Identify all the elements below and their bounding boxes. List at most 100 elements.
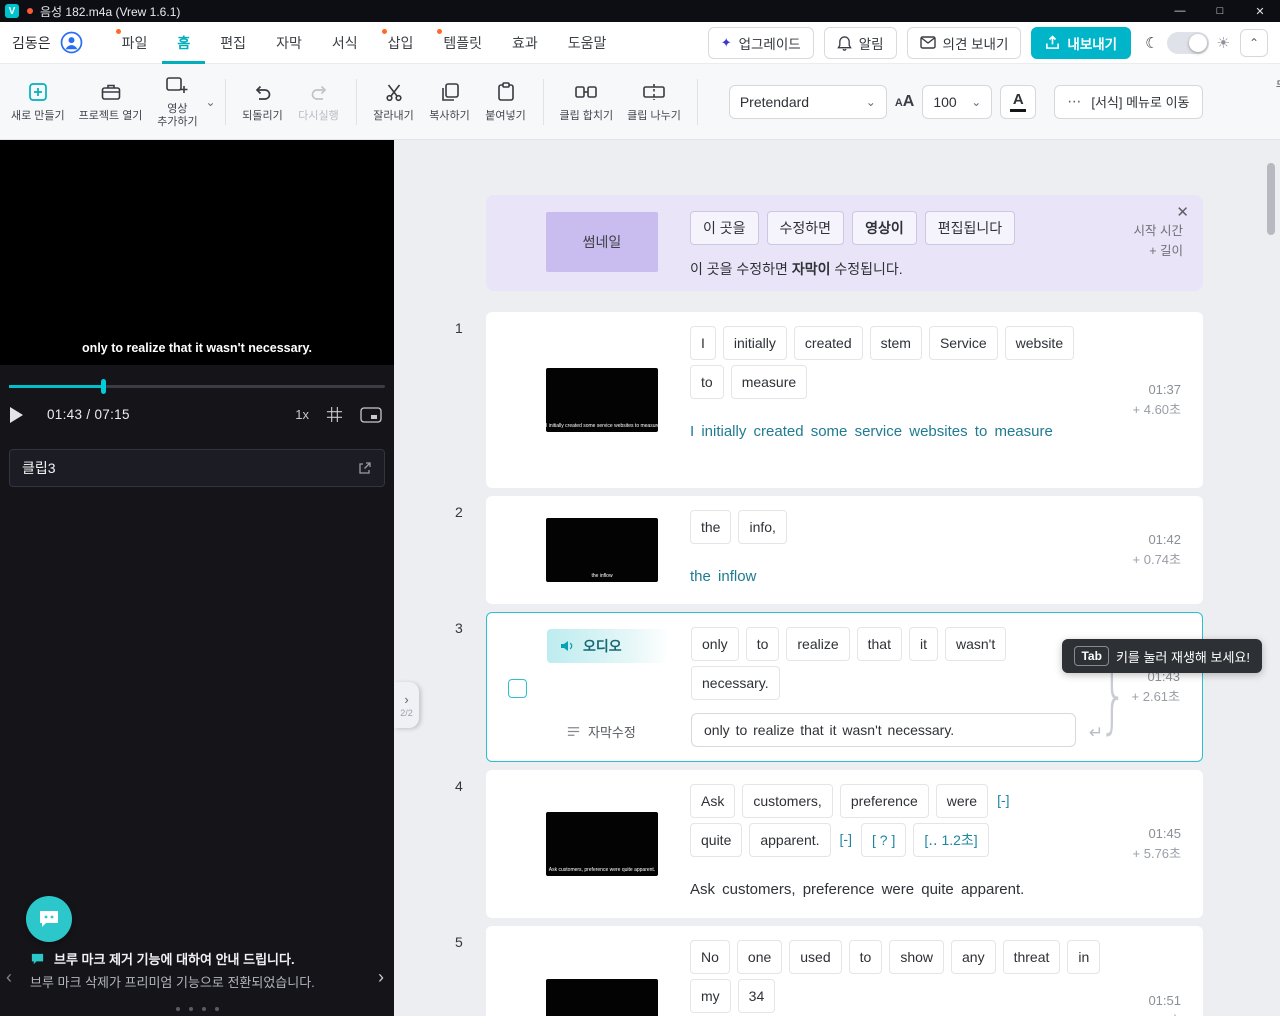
word-chip[interactable]: realize	[786, 627, 850, 661]
notice-next-arrow[interactable]: ›	[378, 967, 384, 988]
clip-timing[interactable]: 01:37 + 4.60초	[1133, 380, 1181, 420]
play-button[interactable]	[10, 406, 23, 423]
unknown-word-chip[interactable]: [ ? ]	[860, 823, 907, 857]
menu-subtitle[interactable]: 자막	[261, 22, 317, 64]
user-avatar-icon[interactable]	[60, 31, 83, 54]
clip-subtitle-text[interactable]: I initially created some service website…	[690, 419, 1068, 445]
word-chip[interactable]: quite	[690, 823, 743, 857]
word-chip[interactable]: in	[1067, 940, 1101, 974]
clip-subtitle-text[interactable]: Ask customers, preference were quite app…	[690, 877, 1068, 903]
word-chip[interactable]: website	[1004, 326, 1075, 360]
menu-home[interactable]: 홈	[162, 22, 205, 64]
banner-close-icon[interactable]: ✕	[1176, 203, 1189, 221]
clip-card[interactable]: the inflow the info, the inflow 01:42 + …	[486, 496, 1203, 604]
menu-help[interactable]: 도움말	[553, 22, 622, 64]
pagination-dot[interactable]	[201, 1007, 206, 1011]
word-chip[interactable]: info,	[738, 510, 787, 544]
menu-edit[interactable]: 편집	[205, 22, 261, 64]
user-account[interactable]: 김동은	[12, 31, 83, 54]
clip-card[interactable]: No one used to show any threat in my 34 …	[486, 926, 1203, 1016]
close-button[interactable]: ✕	[1240, 0, 1280, 22]
word-chip[interactable]: to	[745, 627, 780, 661]
word-chip[interactable]: initially	[722, 326, 787, 360]
clip-thumbnail[interactable]	[546, 979, 658, 1016]
word-chip[interactable]: were	[935, 784, 989, 818]
minimize-button[interactable]: —	[1160, 0, 1200, 22]
word-chip[interactable]: only	[691, 627, 739, 661]
audio-clip-badge[interactable]: 오디오	[547, 629, 669, 663]
word-chip[interactable]: it	[908, 627, 938, 661]
word-chip[interactable]: my	[690, 979, 731, 1013]
menu-file[interactable]: 파일	[107, 22, 163, 64]
clip-card[interactable]: Ask customers, preference were quite app…	[486, 770, 1203, 918]
menu-effect[interactable]: 효과	[497, 22, 553, 64]
word-chip[interactable]: the	[690, 510, 732, 544]
word-chip[interactable]: to	[690, 365, 724, 399]
clip-timing[interactable]: 01:43 + 2.61초	[1132, 667, 1180, 707]
playback-speed-button[interactable]: 1x	[295, 407, 309, 422]
notice-prev-arrow[interactable]: ‹	[6, 967, 12, 988]
upgrade-button[interactable]: ✦ 업그레이드	[707, 26, 814, 59]
menu-format[interactable]: 서식	[317, 22, 373, 64]
word-chip[interactable]: No	[690, 940, 730, 974]
text-color-button[interactable]: A	[1000, 84, 1037, 119]
copy-button[interactable]: 복사하기	[422, 69, 478, 135]
clip-thumbnail[interactable]: I initially created some service website…	[546, 368, 658, 432]
menu-insert[interactable]: 삽입	[373, 22, 429, 64]
add-video-button[interactable]: 영상 추가하기 ⌄	[149, 69, 216, 135]
merge-clips-button[interactable]: 클립 합치기	[553, 69, 621, 135]
vertical-scrollbar-thumb[interactable]	[1267, 163, 1275, 235]
clip-thumbnail[interactable]: the inflow	[546, 518, 658, 582]
cut-button[interactable]: 잘라내기	[366, 69, 422, 135]
word-chip[interactable]: apparent.	[749, 823, 831, 857]
clip-subtitle-text[interactable]: the inflow	[690, 564, 1068, 590]
word-chip[interactable]: show	[889, 940, 944, 974]
pause-marker-chip[interactable]: [-]	[995, 784, 1011, 818]
video-preview[interactable]: only to realize that it wasn't necessary…	[0, 140, 394, 365]
clip-timing[interactable]: 01:51 + 3.57초	[1133, 991, 1181, 1016]
word-chip[interactable]: used	[789, 940, 842, 974]
word-chip[interactable]: any	[951, 940, 996, 974]
panel-expander[interactable]: › 2/2	[394, 682, 419, 728]
seek-bar[interactable]	[9, 379, 385, 394]
split-clip-button[interactable]: 클립 나누기	[620, 69, 688, 135]
word-chip[interactable]: 34	[737, 979, 776, 1013]
export-button[interactable]: 내보내기	[1031, 26, 1132, 59]
undo-button[interactable]: 되돌리기	[235, 69, 291, 135]
word-chip[interactable]: created	[793, 326, 863, 360]
word-chip[interactable]: preference	[839, 784, 929, 818]
clip-timing[interactable]: 01:42 + 0.74초	[1133, 530, 1181, 570]
support-chat-button[interactable]	[26, 896, 72, 942]
collapse-ribbon-button[interactable]: ⌃	[1240, 28, 1268, 57]
goto-format-menu-button[interactable]: ⋯ [서식] 메뉴로 이동	[1054, 84, 1203, 119]
feedback-button[interactable]: 의견 보내기	[906, 26, 1022, 59]
word-chip[interactable]: Ask	[690, 784, 736, 818]
pause-marker-chip[interactable]: [-]	[838, 823, 854, 857]
new-project-button[interactable]: 새로 만들기	[4, 69, 72, 135]
clip-name-box[interactable]: 클립3	[9, 449, 385, 487]
redo-button[interactable]: 다시실행	[291, 69, 347, 135]
word-chip[interactable]: wasn't	[944, 627, 1007, 661]
menu-template[interactable]: 템플릿	[428, 22, 497, 64]
chevron-down-icon[interactable]: ⌄	[205, 95, 215, 109]
pagination-dot[interactable]	[175, 1007, 180, 1011]
subtitle-edit-input[interactable]	[691, 713, 1076, 747]
notifications-button[interactable]: 알림	[823, 26, 897, 59]
grid-view-icon[interactable]	[326, 406, 343, 423]
paste-button[interactable]: 붙여넣기	[478, 69, 534, 135]
word-chip[interactable]: measure	[730, 365, 808, 399]
clip-card-selected[interactable]: 오디오 only to realize that it wasn't neces…	[486, 612, 1262, 762]
clip-checkbox[interactable]	[508, 679, 527, 698]
word-chip[interactable]: threat	[1002, 940, 1061, 974]
clip-timing[interactable]: 01:45 + 5.76초	[1133, 824, 1181, 864]
font-size-select[interactable]: 100 ⌄	[922, 84, 993, 119]
word-chip[interactable]: to	[848, 940, 883, 974]
seek-handle[interactable]	[101, 379, 106, 394]
word-chip[interactable]: that	[856, 627, 902, 661]
silence-duration-chip[interactable]: [‥ 1.2초]	[913, 823, 989, 857]
word-chip[interactable]: Service	[928, 326, 998, 360]
pagination-dot[interactable]	[214, 1007, 219, 1011]
word-chip[interactable]: stem	[869, 326, 922, 360]
clip-thumbnail[interactable]: Ask customers, preference were quite app…	[546, 812, 658, 876]
word-chip[interactable]: one	[736, 940, 783, 974]
